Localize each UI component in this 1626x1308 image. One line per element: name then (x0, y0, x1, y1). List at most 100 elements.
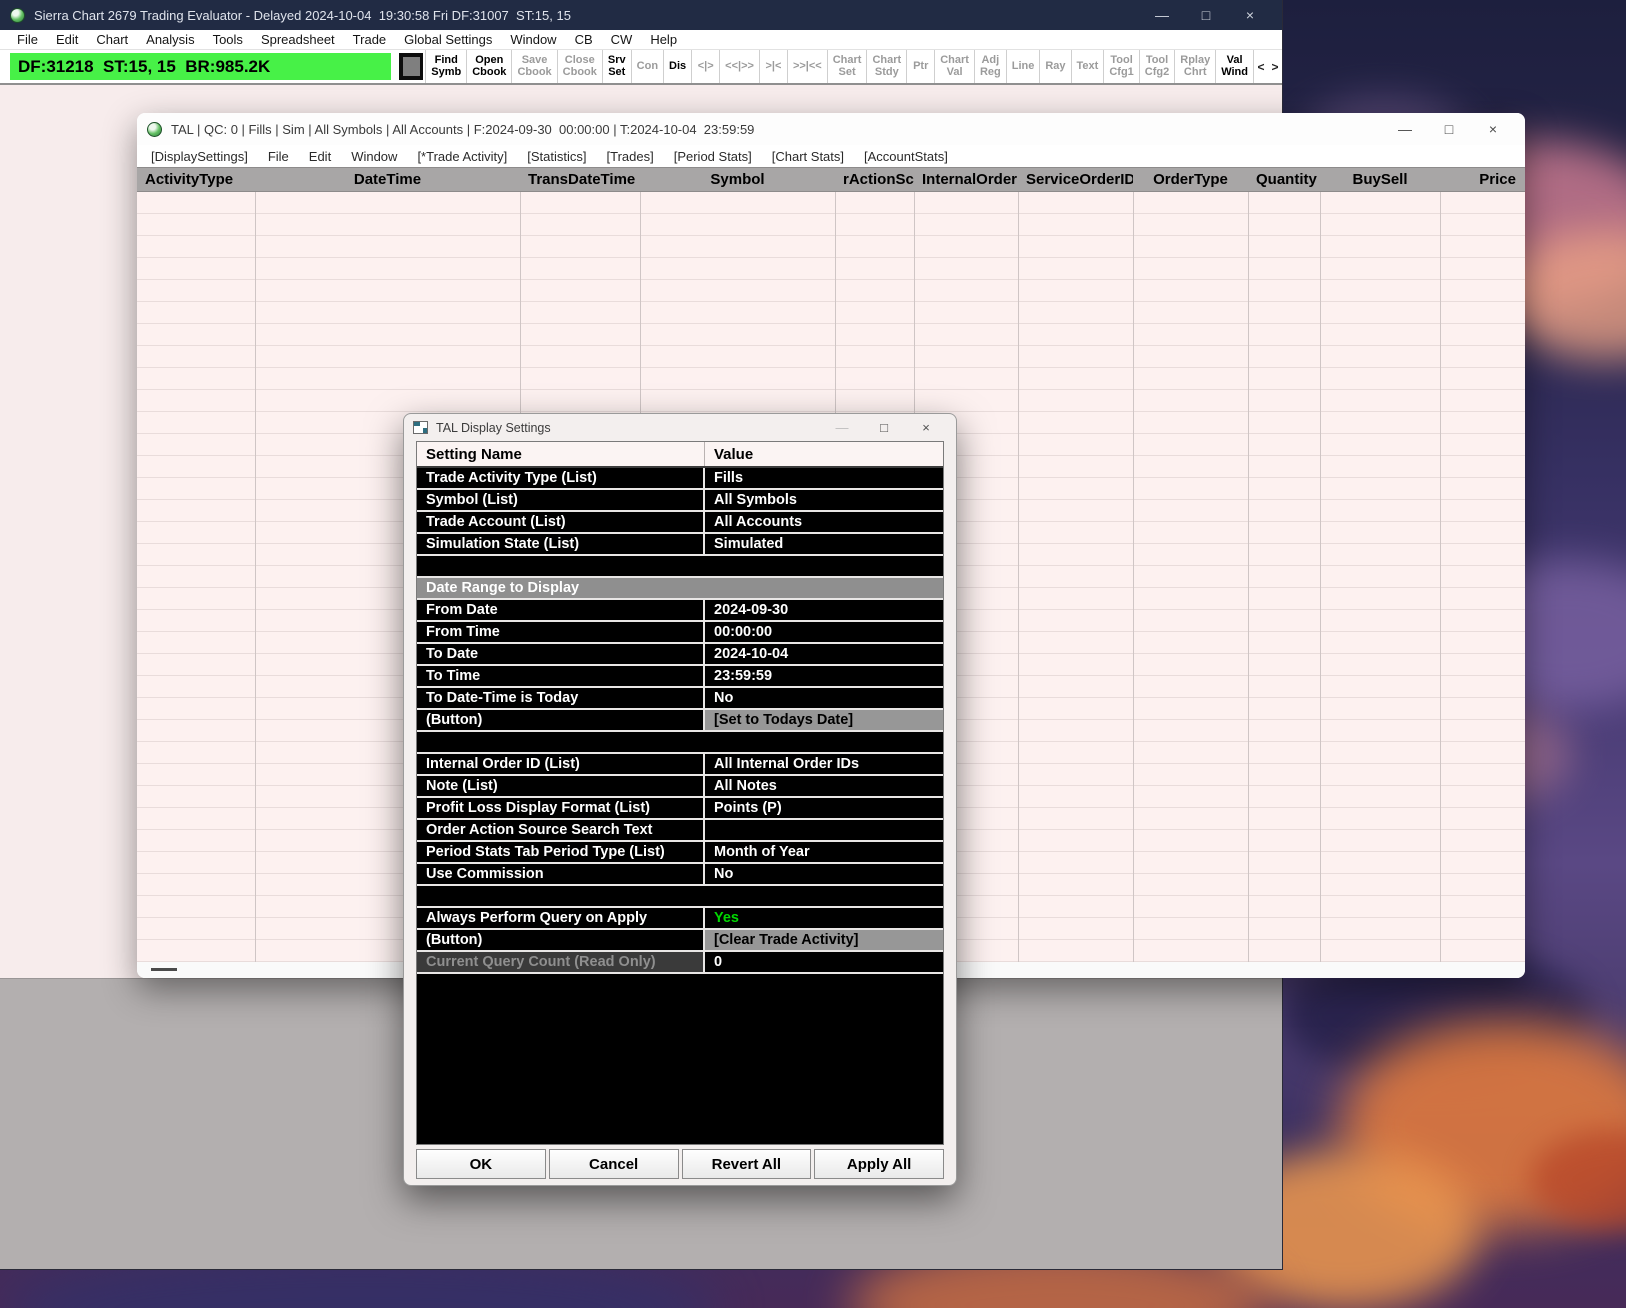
tal-menu-displaysettings[interactable]: [DisplaySettings] (141, 149, 258, 164)
toolbar-text-tool[interactable]: Text (1070, 50, 1104, 83)
main-menu-cb[interactable]: CB (566, 32, 602, 47)
toolbar-tool-config-2[interactable]: Tool Cfg2 (1138, 50, 1174, 83)
setting-value-to-time[interactable]: 23:59:59 (705, 666, 943, 686)
toolbar-disconnect[interactable]: Dis (663, 50, 691, 83)
main-menu-spreadsheet[interactable]: Spreadsheet (252, 32, 344, 47)
setting-value-symbol-list[interactable]: All Symbols (705, 490, 943, 510)
setting-value-use-commission[interactable]: No (705, 864, 943, 884)
toolbar-replay-chart[interactable]: Rplay Chrt (1174, 50, 1215, 83)
column-header-serviceorderid[interactable]: ServiceOrderID (1018, 171, 1133, 188)
tal-menu-trade-activity[interactable]: [*Trade Activity] (407, 149, 517, 164)
toolbar-scroll-right[interactable]: > (1268, 50, 1282, 83)
setting-value-from-date[interactable]: 2024-09-30 (705, 600, 943, 620)
toolbar-chart-values[interactable]: Chart Val (934, 50, 974, 83)
main-menu-file[interactable]: File (8, 32, 47, 47)
setting-value-button-set-to-todays-date[interactable]: [Set to Todays Date] (705, 710, 943, 730)
toolbar-replay-step-1[interactable]: <|> (691, 50, 719, 83)
tal-menu-trades[interactable]: [Trades] (597, 149, 664, 164)
tal-menu-period-stats[interactable]: [Period Stats] (664, 149, 762, 164)
setting-name-to-date: To Date (417, 644, 705, 664)
revert-all-button[interactable]: Revert All (681, 1149, 812, 1179)
close-icon[interactable]: × (1471, 114, 1515, 144)
column-header-buysell[interactable]: BuySell (1320, 171, 1440, 188)
close-icon[interactable]: × (1228, 0, 1272, 30)
toolbar-replay-step-4[interactable]: >>|<< (786, 50, 827, 83)
minimize-icon[interactable]: — (1140, 0, 1184, 30)
main-menu-help[interactable]: Help (641, 32, 686, 47)
setting-value-always-perform-query-on-apply[interactable]: Yes (705, 908, 943, 928)
setting-value-trade-account-list[interactable]: All Accounts (705, 512, 943, 532)
toolbar-replay-step-3[interactable]: >|< (758, 50, 787, 83)
maximize-icon[interactable]: □ (1184, 0, 1228, 30)
toolbar-line-tool[interactable]: Line (1005, 50, 1040, 83)
setting-value-from-time[interactable]: 00:00:00 (705, 622, 943, 642)
toolbar-open-chartbook[interactable]: Open Cbook (466, 50, 511, 83)
column-header-price[interactable]: Price (1440, 171, 1524, 188)
tal-app-icon (147, 121, 162, 137)
column-header-internalorderid[interactable]: InternalOrderID (914, 171, 1018, 188)
minimize-icon[interactable]: — (1383, 114, 1427, 144)
maximize-icon[interactable]: □ (1427, 114, 1471, 144)
toolbar-chart-studies[interactable]: Chart Stdy (866, 50, 906, 83)
toolbar-replay-step-2[interactable]: <<|>> (719, 50, 759, 83)
column-header-symbol[interactable]: Symbol (640, 171, 835, 188)
toolbar-values-window[interactable]: Val Wind (1215, 50, 1253, 83)
toolbar-scroll-left[interactable]: < (1254, 50, 1268, 83)
column-header-activitytype[interactable]: ActivityType (137, 171, 255, 188)
tal-menu-edit[interactable]: Edit (299, 149, 341, 164)
column-header-ractionsc[interactable]: rActionSc (835, 171, 914, 188)
toolbar-tool-config-1[interactable]: Tool Cfg1 (1103, 50, 1138, 83)
toolbar-adjust-region[interactable]: Adj Reg (973, 50, 1006, 83)
maximize-icon[interactable]: □ (863, 416, 905, 440)
setting-row-symbol-list: Symbol (List) All Symbols (417, 490, 943, 512)
apply-all-button[interactable]: Apply All (814, 1149, 944, 1179)
setting-value-internal-order-id-list[interactable]: All Internal Order IDs (705, 754, 943, 774)
cancel-button[interactable]: Cancel (548, 1149, 679, 1179)
main-menu-analysis[interactable]: Analysis (137, 32, 203, 47)
toolbar-connect[interactable]: Con (630, 50, 663, 83)
column-header-datetime[interactable]: DateTime (255, 171, 520, 188)
setting-row-internal-order-id-list: Internal Order ID (List) All Internal Ord… (417, 754, 943, 776)
setting-value-note-list[interactable]: All Notes (705, 776, 943, 796)
color-swatch-button[interactable] (398, 53, 424, 80)
setting-row-to-date-time-is-today: To Date-Time is Today No (417, 688, 943, 710)
main-menu-cw[interactable]: CW (602, 32, 642, 47)
setting-name-always-perform-query-on-apply: Always Perform Query on Apply (417, 908, 705, 928)
tal-menu-accountstats[interactable]: [AccountStats] (854, 149, 958, 164)
tal-menu-window[interactable]: Window (341, 149, 407, 164)
main-menu-edit[interactable]: Edit (47, 32, 87, 47)
horizontal-scrollbar-thumb[interactable] (151, 968, 177, 971)
tal-menu-statistics[interactable]: [Statistics] (517, 149, 596, 164)
grid-column-divider (1133, 192, 1134, 962)
main-menu-global-settings[interactable]: Global Settings (395, 32, 501, 47)
setting-value-period-stats-tab-period-type-list[interactable]: Month of Year (705, 842, 943, 862)
column-header-ordertype[interactable]: OrderType (1133, 171, 1248, 188)
setting-row-period-stats-tab-period-type-list: Period Stats Tab Period Type (List) Month… (417, 842, 943, 864)
main-menu-chart[interactable]: Chart (87, 32, 137, 47)
toolbar-close-chartbook[interactable]: Close Cbook (556, 50, 602, 83)
setting-value-trade-activity-type-list[interactable]: Fills (705, 468, 943, 488)
setting-value-order-action-source-search-text[interactable] (705, 820, 943, 840)
tal-menu-file[interactable]: File (258, 149, 299, 164)
setting-value-to-date[interactable]: 2024-10-04 (705, 644, 943, 664)
ok-button[interactable]: OK (416, 1149, 546, 1179)
main-menu-window[interactable]: Window (501, 32, 565, 47)
setting-value-profit-loss-display-format-list[interactable]: Points (P) (705, 798, 943, 818)
setting-value-simulation-state-list[interactable]: Simulated (705, 534, 943, 554)
main-menu-tools[interactable]: Tools (204, 32, 252, 47)
setting-value-to-date-time-is-today[interactable]: No (705, 688, 943, 708)
toolbar-server-settings[interactable]: Srv Set (601, 50, 631, 83)
toolbar-save-chartbook[interactable]: Save Cbook (511, 50, 556, 83)
column-header-transdatetime[interactable]: TransDateTime (520, 171, 640, 188)
grid-column-divider (1248, 192, 1249, 962)
main-menu-trade[interactable]: Trade (344, 32, 395, 47)
sierra-app-icon (10, 7, 25, 23)
toolbar-find-symbol[interactable]: Find Symb (425, 50, 466, 83)
toolbar-chart-settings[interactable]: Chart Set (826, 50, 867, 83)
column-header-quantity[interactable]: Quantity (1248, 171, 1320, 188)
setting-value-button-clear-trade-activity[interactable]: [Clear Trade Activity] (705, 930, 943, 950)
tal-menu-chart-stats[interactable]: [Chart Stats] (762, 149, 854, 164)
close-icon[interactable]: × (905, 416, 947, 440)
toolbar-ray-tool[interactable]: Ray (1039, 50, 1070, 83)
toolbar-pointer[interactable]: Ptr (906, 50, 934, 83)
